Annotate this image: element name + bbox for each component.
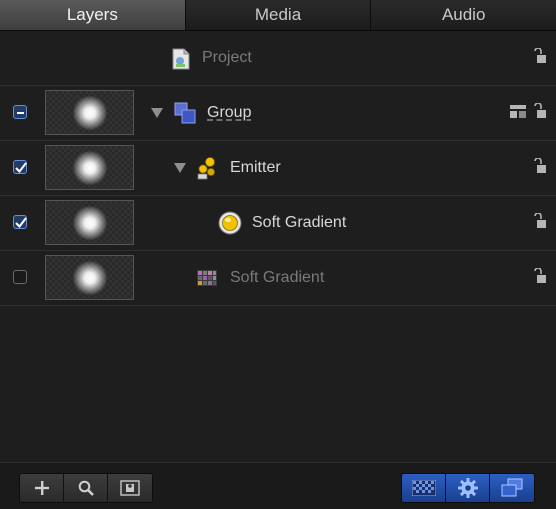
- lock-icon[interactable]: [533, 47, 547, 69]
- image-source-icon: [197, 270, 217, 291]
- tab-layers[interactable]: Layers: [0, 0, 186, 30]
- add-layer-button[interactable]: [20, 474, 64, 502]
- group-layers-icon: [174, 102, 196, 129]
- layers-view-button[interactable]: [490, 474, 534, 502]
- lock-icon[interactable]: [533, 102, 547, 124]
- particle-cell-icon: [218, 211, 242, 240]
- layer-label-soft-gradient-cell: Soft Gradient: [252, 214, 347, 231]
- right-button-group: [401, 473, 535, 503]
- bottom-toolbar: [0, 462, 556, 509]
- emitter-icon: [196, 156, 218, 185]
- isolate-icon[interactable]: [510, 105, 526, 123]
- lock-icon[interactable]: [533, 212, 547, 234]
- thumbnail-toggle-button[interactable]: [108, 474, 152, 502]
- lock-icon[interactable]: [533, 157, 547, 179]
- layers-list: Project Group Emitter Soft Gradient Soft…: [0, 31, 556, 306]
- search-icon: [78, 480, 94, 496]
- layer-thumbnail: [45, 200, 134, 245]
- lock-icon[interactable]: [533, 267, 547, 289]
- layer-row-soft-gradient-cell[interactable]: Soft Gradient: [0, 196, 556, 251]
- layer-label-soft-gradient-source: Soft Gradient: [230, 269, 325, 286]
- cell-checkbox[interactable]: [13, 215, 27, 229]
- checkerboard-toggle-button[interactable]: [402, 474, 446, 502]
- tab-bar: Layers Media Audio: [0, 0, 556, 31]
- project-file-icon: [172, 48, 190, 75]
- disclosure-triangle-icon[interactable]: [151, 108, 163, 118]
- left-button-group: [19, 473, 153, 503]
- layer-row-emitter[interactable]: Emitter: [0, 141, 556, 196]
- group-checkbox[interactable]: [13, 105, 27, 119]
- checkerboard-icon: [411, 480, 436, 496]
- settings-button[interactable]: [446, 474, 490, 502]
- project-label: Project: [202, 49, 252, 66]
- layers-icon: [501, 478, 523, 497]
- search-button[interactable]: [64, 474, 108, 502]
- tab-audio[interactable]: Audio: [371, 0, 556, 30]
- emitter-checkbox[interactable]: [13, 160, 27, 174]
- layer-label-group: Group: [207, 104, 252, 121]
- source-checkbox[interactable]: [13, 270, 27, 284]
- layer-label-emitter: Emitter: [230, 159, 281, 176]
- gear-icon: [457, 478, 478, 498]
- thumbnail-icon: [120, 480, 140, 496]
- disclosure-triangle-icon[interactable]: [174, 163, 186, 173]
- layers-panel: Layers Media Audio Project Group Emitter…: [0, 0, 556, 509]
- layer-thumbnail: [45, 145, 134, 190]
- project-row[interactable]: Project: [0, 31, 556, 86]
- plus-icon: [34, 481, 49, 495]
- layer-row-group[interactable]: Group: [0, 86, 556, 141]
- layer-thumbnail: [45, 255, 134, 300]
- tab-media[interactable]: Media: [185, 0, 372, 30]
- layer-row-soft-gradient-source[interactable]: Soft Gradient: [0, 251, 556, 306]
- layer-thumbnail: [45, 90, 134, 135]
